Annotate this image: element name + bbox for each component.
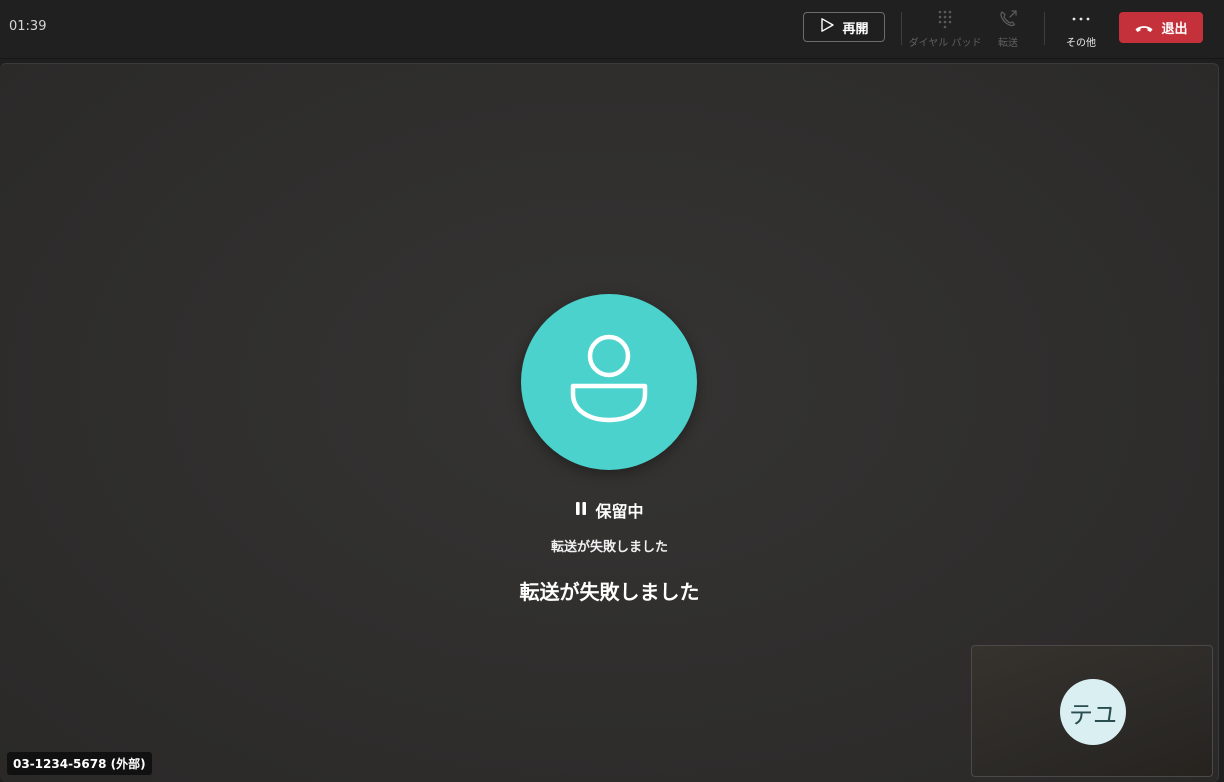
more-icon	[1071, 8, 1091, 30]
hold-status-label: 保留中	[595, 502, 644, 521]
transfer-label: 転送	[998, 38, 1018, 49]
call-toolbar: 01:39 再開 ダイヤル パッド 転送 その他 退出	[0, 0, 1224, 59]
resume-button[interactable]: 再開	[803, 12, 885, 42]
toolbar-divider	[901, 12, 902, 45]
transfer-call-icon	[997, 8, 1019, 30]
transfer-button[interactable]: 転送	[992, 8, 1024, 52]
dialpad-button[interactable]: ダイヤル パッド	[909, 8, 981, 52]
dialpad-icon	[937, 8, 953, 30]
toolbar-divider	[1044, 12, 1045, 45]
leave-label: 退出	[1161, 22, 1188, 37]
call-timer: 01:39	[9, 19, 47, 34]
caller-avatar	[521, 294, 697, 470]
hang-up-icon	[1134, 18, 1154, 37]
transfer-failed-subtext: 転送が失敗しました	[550, 540, 668, 555]
resume-label: 再開	[842, 21, 869, 37]
person-icon	[568, 334, 650, 430]
transfer-failed-message: 転送が失敗しました	[519, 580, 700, 604]
leave-button[interactable]: 退出	[1119, 12, 1203, 43]
self-avatar: テユ	[1060, 679, 1126, 745]
dialpad-label: ダイヤル パッド	[908, 38, 982, 49]
more-button[interactable]: その他	[1062, 8, 1100, 52]
play-icon	[819, 17, 835, 37]
more-label: その他	[1066, 38, 1096, 49]
pause-icon	[575, 501, 587, 520]
caller-number-label: 03-1234-5678 (外部)	[7, 752, 152, 775]
hold-status: 保留中	[0, 498, 1219, 522]
self-view-tile[interactable]: テユ	[971, 645, 1213, 777]
